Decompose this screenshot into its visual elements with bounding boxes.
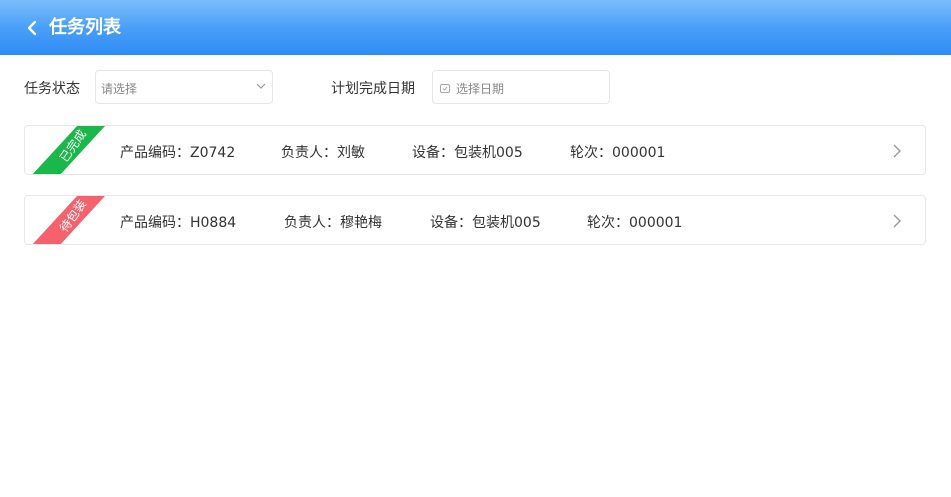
owner-value: 刘敏: [337, 145, 365, 161]
device-field: 设备：包装机005: [430, 212, 541, 232]
owner-field: 负责人：刘敏: [281, 142, 365, 162]
status-select[interactable]: 请选择: [95, 70, 273, 104]
date-filter-label: 计划完成日期: [331, 81, 415, 97]
round-value: 000001: [629, 215, 683, 231]
device-value: 包装机005: [454, 145, 523, 161]
status-ribbon: 已完成: [25, 126, 105, 174]
product-code-field: 产品编码：Z0742: [120, 142, 235, 162]
device-label: 设备：: [430, 215, 472, 231]
round-label: 轮次：: [570, 145, 612, 161]
device-value: 包装机005: [472, 215, 541, 231]
owner-value: 穆艳梅: [340, 215, 382, 231]
task-card[interactable]: 待包装 产品编码：H0884 负责人：穆艳梅 设备：包装机005 轮次：0000…: [24, 195, 926, 245]
task-card[interactable]: 已完成 产品编码：Z0742 负责人：刘敏 设备：包装机005 轮次：00000…: [24, 125, 926, 175]
round-label: 轮次：: [587, 215, 629, 231]
calendar-icon: [440, 84, 450, 93]
product-code-label: 产品编码：: [120, 145, 190, 161]
round-field: 轮次：000001: [587, 212, 682, 232]
status-select-placeholder: 请选择: [101, 82, 138, 96]
page-title: 任务列表: [49, 17, 121, 38]
owner-label: 负责人：: [281, 145, 337, 161]
status-filter-label: 任务状态: [24, 81, 80, 97]
device-label: 设备：: [412, 145, 454, 161]
date-picker-input[interactable]: 选择日期: [432, 70, 610, 104]
product-code-field: 产品编码：H0884: [120, 212, 236, 232]
date-picker-placeholder: 选择日期: [456, 82, 505, 96]
back-arrow-icon[interactable]: [24, 19, 40, 37]
owner-field: 负责人：穆艳梅: [284, 212, 382, 232]
device-field: 设备：包装机005: [412, 142, 523, 162]
owner-label: 负责人：: [284, 215, 340, 231]
chevron-right-icon[interactable]: [893, 144, 901, 158]
filter-bar: 任务状态 请选择 计划完成日期 选择日期: [0, 70, 951, 106]
product-code-value: Z0742: [190, 145, 236, 161]
chevron-down-icon: [256, 83, 266, 89]
app-header: 任务列表: [0, 0, 951, 55]
status-ribbon: 待包装: [25, 196, 105, 244]
product-code-value: H0884: [190, 215, 237, 231]
round-value: 000001: [612, 145, 666, 161]
product-code-label: 产品编码：: [120, 215, 190, 231]
chevron-right-icon[interactable]: [893, 214, 901, 228]
round-field: 轮次：000001: [570, 142, 665, 162]
